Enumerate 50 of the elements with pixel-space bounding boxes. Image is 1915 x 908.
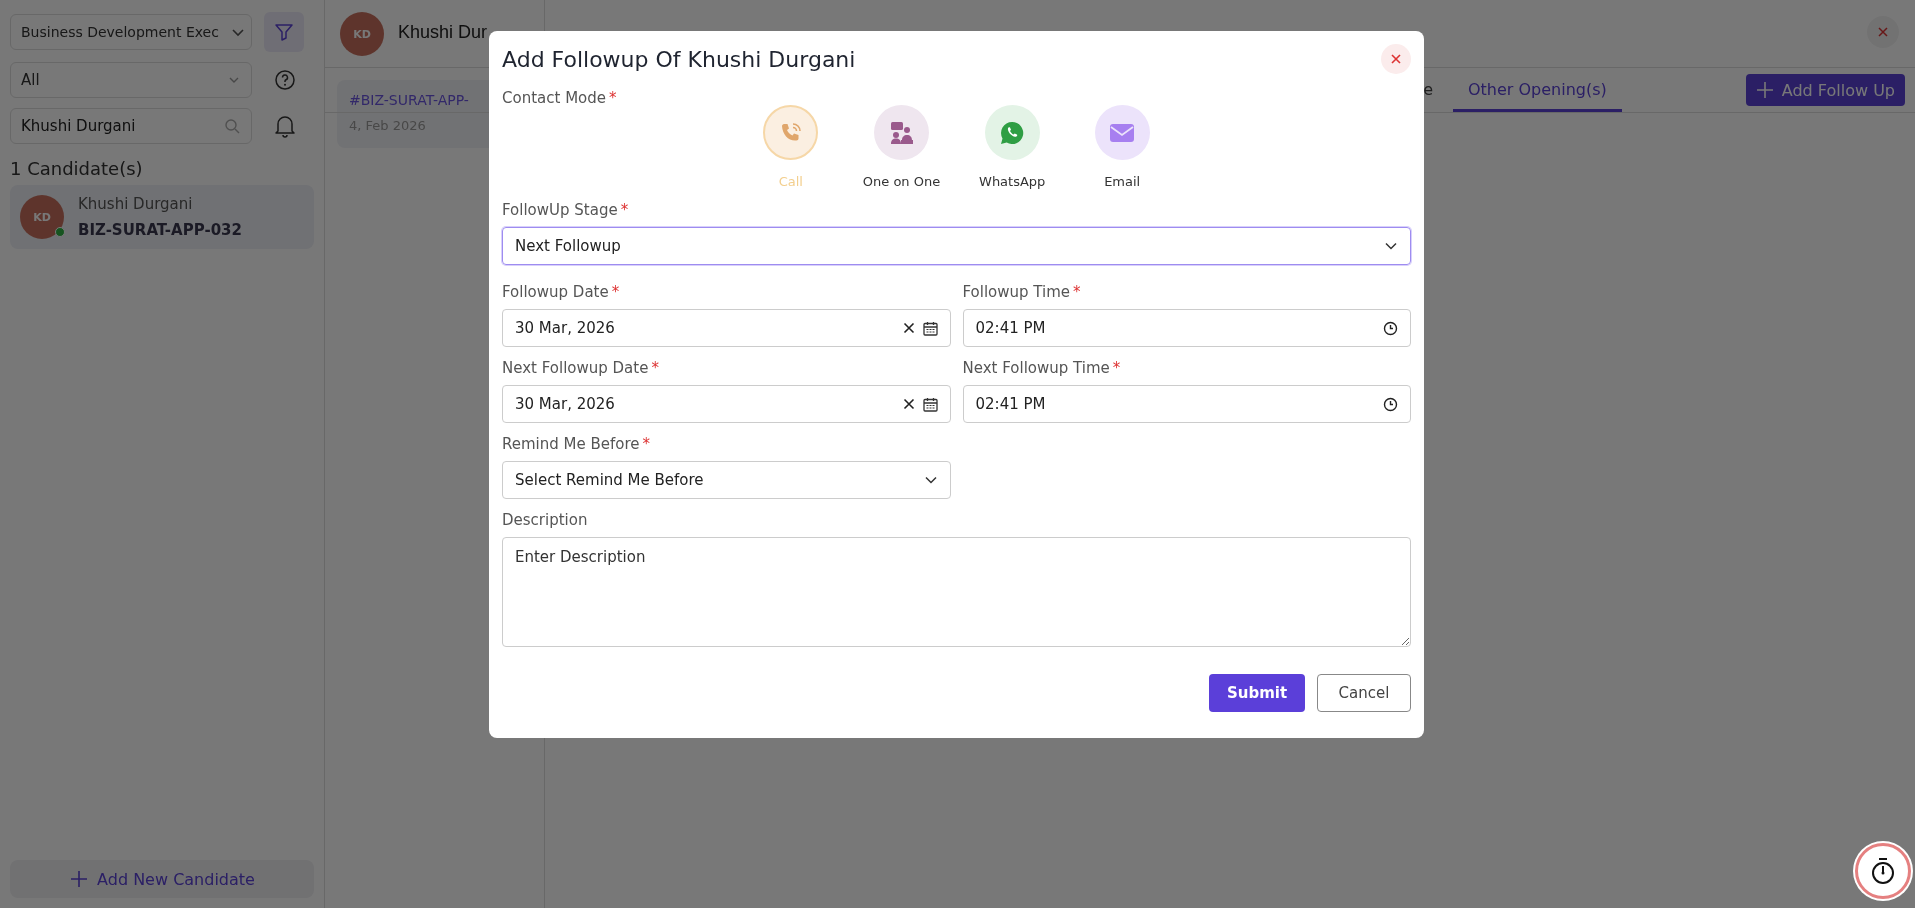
submit-button[interactable]: Submit [1209, 674, 1305, 712]
plus-icon [1755, 81, 1774, 99]
followup-stage-select[interactable]: Next Followup [502, 227, 1411, 265]
dialog-title: Add Followup Of Khushi Durgani [502, 46, 856, 72]
select-field[interactable]: Select Remind Me Before [502, 461, 951, 499]
candidate-card[interactable]: KD Khushi Durgani BIZ-SURAT-APP-032 [10, 185, 314, 249]
field-label: Description [502, 511, 588, 529]
calendar-icon[interactable] [922, 320, 938, 336]
candidate-name: Khushi Durgani [78, 195, 194, 213]
contact-mode-option[interactable]: One on One [862, 105, 941, 189]
help-icon[interactable] [274, 69, 296, 91]
candidate-count: 1 Candidate(s) [10, 158, 144, 179]
chat-bubble-phone-icon [999, 119, 1026, 146]
clock-icon[interactable] [1383, 396, 1398, 412]
search-icon [224, 118, 240, 134]
field-label: Followup Time * [962, 283, 1081, 301]
filter-icon [274, 22, 294, 42]
field-label: Followup Date * [502, 283, 620, 301]
avatar: KD [20, 195, 64, 239]
people-chat-icon [888, 119, 915, 146]
stopwatch-button[interactable] [1855, 843, 1911, 899]
close-icon [1390, 53, 1402, 65]
time-field[interactable]: 02:41 PM [962, 385, 1411, 423]
clear-icon[interactable] [902, 322, 915, 334]
tab[interactable]: e [1408, 70, 1448, 112]
search-field[interactable]: Khushi Durgani [10, 108, 252, 144]
field-label: FollowUp Stage * [502, 201, 629, 219]
time-field[interactable]: 02:41 PM [962, 309, 1411, 347]
plus-icon [69, 869, 90, 889]
role-select[interactable]: Business Development Exec [10, 14, 252, 50]
field-label: Remind Me Before * [502, 435, 651, 453]
date-field[interactable]: 30 Mar, 2026 [502, 309, 951, 347]
contact-mode-option[interactable]: Email [1084, 105, 1161, 189]
status-select[interactable]: All [10, 62, 252, 98]
date-field[interactable]: 30 Mar, 2026 [502, 385, 951, 423]
field-label: Next Followup Time * [962, 359, 1121, 377]
close-button[interactable] [1381, 44, 1411, 74]
clock-icon[interactable] [1383, 320, 1398, 336]
candidate-code: BIZ-SURAT-APP-032 [78, 221, 242, 239]
bell-icon[interactable] [274, 114, 296, 138]
envelope-icon [1109, 121, 1136, 144]
avatar: KD [340, 12, 384, 56]
candidate-name: Khushi Dur [398, 22, 488, 43]
cancel-button[interactable]: Cancel [1317, 674, 1411, 712]
description-field[interactable]: Enter Description [502, 537, 1411, 647]
clear-icon[interactable] [902, 398, 915, 410]
calendar-icon[interactable] [922, 396, 938, 412]
contact-mode-option[interactable]: WhatsApp [974, 105, 1051, 189]
close-icon [1877, 26, 1889, 38]
field-label: Next Followup Date * [502, 359, 659, 377]
